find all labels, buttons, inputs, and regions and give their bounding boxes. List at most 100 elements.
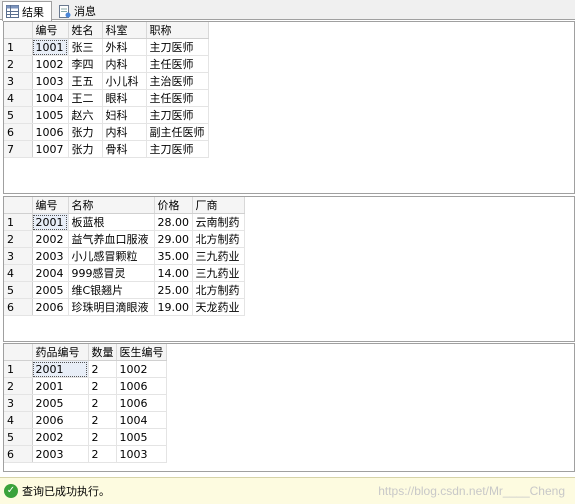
row-number[interactable]: 6 (4, 298, 33, 316)
table-row[interactable]: 1 2001 2 1002 (4, 360, 167, 378)
row-number[interactable]: 2 (4, 377, 33, 395)
table-cell[interactable]: 2003 (32, 445, 89, 463)
table-row[interactable]: 5 2002 2 1005 (4, 428, 167, 446)
table-row[interactable]: 2 1002 李四 内科 主任医师 (4, 55, 209, 73)
table-cell[interactable]: 2005 (32, 281, 69, 299)
table-row[interactable]: 3 2003 小儿感冒颗粒 35.00 三九药业 (4, 247, 245, 265)
row-number[interactable]: 3 (4, 247, 33, 265)
table-cell[interactable]: 28.00 (154, 213, 193, 231)
table-cell[interactable]: 25.00 (154, 281, 193, 299)
table-cell[interactable]: 2001 (32, 213, 69, 231)
table-cell[interactable]: 主刀医师 (146, 106, 209, 124)
row-number[interactable]: 6 (4, 123, 33, 141)
table-row[interactable]: 6 2006 珍珠明目滴眼液 19.00 天龙药业 (4, 298, 245, 316)
row-number[interactable]: 3 (4, 72, 33, 90)
table-cell[interactable]: 2003 (32, 247, 69, 265)
row-header-corner[interactable] (4, 197, 33, 214)
result-grid-1[interactable]: 编号 姓名 科室 职称 1 1001 张三 外科 主刀医师 2 1002 李四 内科 主任医师 3 1003… (3, 21, 575, 194)
column-header[interactable]: 名称 (68, 197, 155, 214)
table-cell[interactable]: 2006 (32, 298, 69, 316)
table-cell[interactable]: 1003 (116, 445, 167, 463)
table-cell[interactable]: 2001 (32, 360, 89, 378)
table-row[interactable]: 1 1001 张三 外科 主刀医师 (4, 38, 209, 56)
table-cell[interactable]: 三九药业 (192, 264, 245, 282)
table-cell[interactable]: 李四 (68, 55, 103, 73)
table-cell[interactable]: 19.00 (154, 298, 193, 316)
table-cell[interactable]: 王二 (68, 89, 103, 107)
table-cell[interactable]: 2005 (32, 394, 89, 412)
table-cell[interactable]: 2 (88, 445, 117, 463)
column-header[interactable]: 药品编号 (32, 344, 89, 361)
table-row[interactable]: 5 2005 维C银翘片 25.00 北方制药 (4, 281, 245, 299)
table-cell[interactable]: 2006 (32, 411, 89, 429)
result-grid-2[interactable]: 编号 名称 价格 厂商 1 2001 板蓝根 28.00 云南制药 2 2002 益气养血口服液 29… (3, 196, 575, 342)
table-cell[interactable]: 北方制药 (192, 281, 245, 299)
table-row[interactable]: 7 1007 张力 骨科 主刀医师 (4, 140, 209, 158)
row-header-corner[interactable] (4, 22, 33, 39)
table-cell[interactable]: 2001 (32, 377, 89, 395)
table-cell[interactable]: 副主任医师 (146, 123, 209, 141)
row-number[interactable]: 5 (4, 106, 33, 124)
row-number[interactable]: 5 (4, 428, 33, 446)
table-cell[interactable]: 张力 (68, 123, 103, 141)
table-cell[interactable]: 天龙药业 (192, 298, 245, 316)
table-cell[interactable]: 1003 (32, 72, 69, 90)
table-cell[interactable]: 张力 (68, 140, 103, 158)
table-row[interactable]: 2 2001 2 1006 (4, 377, 167, 395)
table-cell[interactable]: 2 (88, 411, 117, 429)
table-cell[interactable]: 主刀医师 (146, 140, 209, 158)
column-header[interactable]: 姓名 (68, 22, 103, 39)
table-cell[interactable]: 1002 (32, 55, 69, 73)
table-cell[interactable]: 2002 (32, 230, 69, 248)
row-number[interactable]: 2 (4, 55, 33, 73)
table-cell[interactable]: 1005 (116, 428, 167, 446)
row-number[interactable]: 7 (4, 140, 33, 158)
table-cell[interactable]: 小儿感冒颗粒 (68, 247, 155, 265)
row-number[interactable]: 1 (4, 213, 33, 231)
row-number[interactable]: 1 (4, 38, 33, 56)
table-cell[interactable]: 1004 (116, 411, 167, 429)
table-cell[interactable]: 维C银翘片 (68, 281, 155, 299)
table-row[interactable]: 6 1006 张力 内科 副主任医师 (4, 123, 209, 141)
table-cell[interactable]: 内科 (102, 55, 147, 73)
table-cell[interactable]: 1005 (32, 106, 69, 124)
row-number[interactable]: 2 (4, 230, 33, 248)
table-cell[interactable]: 2 (88, 377, 117, 395)
table-cell[interactable]: 云南制药 (192, 213, 245, 231)
table-row[interactable]: 6 2003 2 1003 (4, 445, 167, 463)
column-header[interactable]: 编号 (32, 22, 69, 39)
tab-messages[interactable]: 消息 (55, 2, 101, 20)
table-cell[interactable]: 珍珠明目滴眼液 (68, 298, 155, 316)
table-cell[interactable]: 外科 (102, 38, 147, 56)
column-header[interactable]: 数量 (88, 344, 117, 361)
table-cell[interactable]: 主治医师 (146, 72, 209, 90)
table-cell[interactable]: 2 (88, 360, 117, 378)
table-cell[interactable]: 妇科 (102, 106, 147, 124)
table-row[interactable]: 3 2005 2 1006 (4, 394, 167, 412)
tab-results[interactable]: 结果 (2, 1, 52, 21)
table-cell[interactable]: 1004 (32, 89, 69, 107)
row-number[interactable]: 4 (4, 411, 33, 429)
table-row[interactable]: 4 2006 2 1004 (4, 411, 167, 429)
column-header[interactable]: 医生编号 (116, 344, 167, 361)
row-number[interactable]: 4 (4, 264, 33, 282)
table-cell[interactable]: 999感冒灵 (68, 264, 155, 282)
table-row[interactable]: 3 1003 王五 小儿科 主治医师 (4, 72, 209, 90)
row-number[interactable]: 1 (4, 360, 33, 378)
table-cell[interactable]: 29.00 (154, 230, 193, 248)
column-header[interactable]: 编号 (32, 197, 69, 214)
table-cell[interactable]: 2 (88, 428, 117, 446)
row-header-corner[interactable] (4, 344, 33, 361)
column-header[interactable]: 厂商 (192, 197, 245, 214)
row-number[interactable]: 3 (4, 394, 33, 412)
table-cell[interactable]: 1006 (32, 123, 69, 141)
table-cell[interactable]: 益气养血口服液 (68, 230, 155, 248)
result-grid-3[interactable]: 药品编号 数量 医生编号 1 2001 2 1002 2 2001 2 1006 3 2005 2 100… (3, 343, 575, 472)
table-row[interactable]: 4 1004 王二 眼科 主任医师 (4, 89, 209, 107)
table-cell[interactable]: 2004 (32, 264, 69, 282)
row-number[interactable]: 4 (4, 89, 33, 107)
table-row[interactable]: 5 1005 赵六 妇科 主刀医师 (4, 106, 209, 124)
table-row[interactable]: 4 2004 999感冒灵 14.00 三九药业 (4, 264, 245, 282)
table-cell[interactable]: 14.00 (154, 264, 193, 282)
row-number[interactable]: 6 (4, 445, 33, 463)
